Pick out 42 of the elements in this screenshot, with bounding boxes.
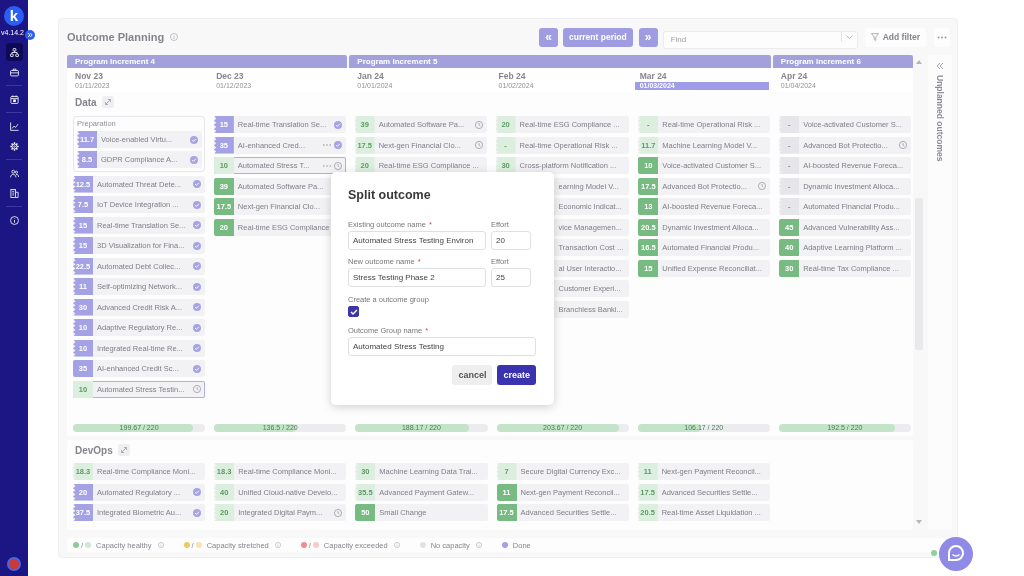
current-period-button[interactable]: current period [563, 27, 633, 47]
section-title: DevOps [75, 444, 113, 456]
dialog-title: Split outcome [348, 188, 432, 202]
avatar-icon[interactable] [7, 557, 21, 571]
effort-input[interactable]: 20 [491, 231, 531, 250]
expand-icon[interactable] [25, 30, 35, 40]
status-dot-icon [931, 550, 937, 556]
month-name: Feb 24 [498, 71, 526, 81]
next-period-button[interactable]: » [638, 27, 658, 47]
create-button[interactable]: create [497, 365, 536, 385]
chevron-down-icon[interactable] [845, 35, 853, 39]
org-chart-icon[interactable] [5, 43, 23, 61]
checkbox[interactable] [348, 306, 359, 317]
page-title: Outcome Planning [67, 31, 165, 43]
search-field[interactable]: Find [662, 30, 858, 49]
month-name: Mar 24 [639, 71, 667, 81]
app-logo[interactable]: k [4, 6, 24, 26]
unplanned-label: Unplanned outcomes [935, 75, 945, 162]
chat-icon[interactable] [939, 537, 973, 571]
more-icon[interactable] [322, 164, 331, 167]
effort-input[interactable]: 25 [491, 268, 531, 287]
scroll-down-icon[interactable] [916, 520, 922, 524]
scroll-up-icon[interactable] [916, 60, 922, 64]
add-filter-button[interactable]: Add filter [864, 27, 926, 47]
diagonal-arrows-icon[interactable] [101, 96, 114, 108]
section-title: Data [75, 96, 97, 108]
month-name: Jan 24 [357, 71, 384, 81]
name-input[interactable]: Stress Testing Phase 2 [348, 268, 486, 287]
chevrons-left-icon[interactable] [936, 62, 944, 70]
group-name-input[interactable]: Automated Stress Testing [348, 337, 536, 356]
increment-header: Program Increment 5 [349, 55, 771, 68]
month-name: Nov 23 [75, 71, 103, 81]
increment-header: Program Increment 6 [772, 55, 913, 68]
cancel-button[interactable]: cancel [452, 365, 493, 385]
diagonal-arrows-icon[interactable] [117, 444, 130, 456]
unplanned-panel[interactable]: Unplanned outcomes [928, 55, 952, 530]
month-name: Dec 23 [216, 71, 244, 81]
increment-header: Program Increment 4 [67, 55, 348, 68]
filter-icon [870, 33, 879, 41]
month-name: Apr 24 [780, 71, 808, 81]
previous-period-button[interactable]: « [539, 27, 559, 47]
name-input[interactable]: Automated Stress Testing Environ [348, 231, 486, 250]
